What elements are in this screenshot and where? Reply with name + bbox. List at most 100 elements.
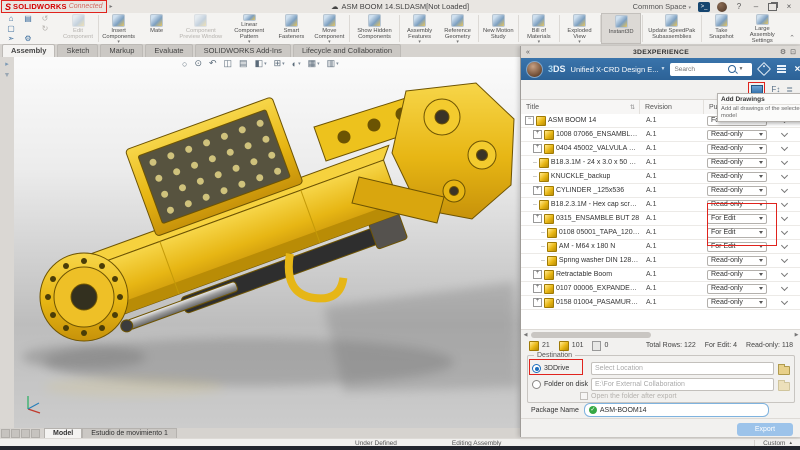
row-expand-chevron-icon[interactable] bbox=[780, 228, 787, 235]
export-button[interactable]: Export bbox=[737, 423, 793, 436]
app-title-caret-icon[interactable]: ▼ bbox=[660, 66, 665, 72]
purpose-dropdown[interactable]: Read-only bbox=[707, 172, 767, 182]
console-icon[interactable]: >_ bbox=[698, 2, 710, 12]
purpose-dropdown[interactable]: Read-only bbox=[707, 200, 767, 210]
panel-pin-icon[interactable]: ⊡ bbox=[790, 48, 796, 56]
ribbon-update-speedpak-subassemblies[interactable]: Update SpeedPak Subassemblies bbox=[644, 13, 700, 44]
panel-settings-gear-icon[interactable]: ⚙ bbox=[780, 48, 786, 56]
collapse-toggle-icon[interactable]: − bbox=[525, 116, 534, 125]
restore-button[interactable] bbox=[768, 3, 777, 11]
table-row[interactable]: –Spring washer DIN 128 - A8A.1Read-only bbox=[521, 254, 800, 268]
filter-icon[interactable]: ▼ bbox=[4, 72, 11, 79]
ribbon-new-motion-study[interactable]: New Motion Study bbox=[479, 13, 517, 44]
app-menu-caret-icon[interactable]: ▸ bbox=[110, 3, 113, 10]
panel-collapse-button[interactable]: « bbox=[521, 49, 535, 56]
ribbon-take-snapshot[interactable]: Take Snapshot bbox=[702, 13, 740, 44]
ribbon-large-assembly-settings[interactable]: Large Assembly Settings bbox=[740, 13, 784, 44]
column-header-title[interactable]: Title⇅ bbox=[521, 100, 640, 115]
help-button[interactable]: ? bbox=[734, 2, 744, 11]
graphics-viewport[interactable]: ○⊙↶◫▤◧▾⊞▾◐▾▦▾▥▾ bbox=[14, 57, 520, 428]
tab-scroll-button[interactable] bbox=[21, 429, 30, 438]
folder-on-disk-radio[interactable] bbox=[532, 380, 541, 389]
table-row[interactable]: +Retractable BoomA.1Read-only bbox=[521, 268, 800, 282]
row-expand-chevron-icon[interactable] bbox=[780, 200, 787, 207]
row-expand-chevron-icon[interactable] bbox=[780, 284, 787, 291]
table-row[interactable]: –B18.2.3.1M - Hex cap screw, M8 x ...A.1… bbox=[521, 198, 800, 212]
open-folder-checkbox[interactable] bbox=[580, 392, 588, 400]
feature-tree-icon[interactable]: ▸ bbox=[5, 60, 9, 68]
minimize-button[interactable]: – bbox=[751, 2, 761, 11]
purpose-dropdown[interactable]: Read-only bbox=[707, 186, 767, 196]
select-location-input[interactable]: Select Location bbox=[591, 362, 774, 375]
table-row[interactable]: +1008 07066_ENSAMBLE ABRAZA...A.1Read-on… bbox=[521, 128, 800, 142]
purpose-dropdown[interactable]: For Edit bbox=[707, 228, 767, 238]
panel-close-icon[interactable]: × bbox=[794, 64, 800, 75]
ribbon-show-hidden-components[interactable]: Show Hidden Components bbox=[351, 13, 398, 44]
ribbon-reference-geometry[interactable]: Reference Geometry▾ bbox=[439, 13, 477, 44]
row-expand-chevron-icon[interactable] bbox=[780, 242, 787, 249]
solidworks-logo-red-annotation[interactable]: S SOLIDWORKS Connected bbox=[1, 0, 107, 13]
purpose-dropdown[interactable]: For Edit bbox=[707, 242, 767, 252]
ribbon-bill-of-materials[interactable]: Bill of Materials▾ bbox=[520, 13, 558, 44]
rebuild-traffic-light-icon[interactable] bbox=[20, 24, 36, 34]
table-row[interactable]: +0158 01004_PASAMURO SMALL ...A.1Read-on… bbox=[521, 296, 800, 310]
ribbon-insert-components[interactable]: Insert Components▾ bbox=[100, 13, 138, 44]
row-expand-chevron-icon[interactable] bbox=[780, 144, 787, 151]
purpose-dropdown[interactable]: Read-only bbox=[707, 158, 767, 168]
feature-manager-collapsed-strip[interactable]: ▸ ▼ bbox=[0, 57, 15, 431]
redo-icon[interactable]: ↻ bbox=[37, 24, 53, 34]
user-avatar[interactable] bbox=[526, 61, 543, 78]
select-tool-icon[interactable]: ➣ bbox=[3, 34, 19, 44]
ribbon-mate[interactable]: Mate bbox=[138, 13, 176, 44]
undo-icon[interactable]: ↺ bbox=[37, 14, 53, 24]
ribbon-exploded-view[interactable]: Exploded View▾ bbox=[561, 13, 599, 44]
expand-toggle-icon[interactable]: + bbox=[533, 298, 542, 307]
row-expand-chevron-icon[interactable] bbox=[780, 214, 787, 221]
expand-toggle-icon[interactable]: + bbox=[533, 130, 542, 139]
browse-folder-icon[interactable] bbox=[777, 363, 790, 374]
sort-icon[interactable]: ⇅ bbox=[630, 104, 635, 111]
package-name-input[interactable]: ✓ ASM-BOOM14 bbox=[584, 403, 769, 417]
tab-evaluate[interactable]: Evaluate bbox=[145, 44, 192, 57]
purpose-dropdown[interactable]: Read-only bbox=[707, 256, 767, 266]
ribbon-smart-fasteners[interactable]: Smart Fasteners bbox=[272, 13, 310, 44]
table-row[interactable]: +CYLINDER _125x536A.1Read-only bbox=[521, 184, 800, 198]
new-document-icon[interactable]: ▢ bbox=[3, 24, 19, 34]
home-icon[interactable]: ⌂ bbox=[3, 14, 19, 24]
row-expand-chevron-icon[interactable] bbox=[780, 158, 787, 165]
tab-sketch[interactable]: Sketch bbox=[57, 44, 98, 57]
search-icon[interactable] bbox=[728, 65, 736, 73]
close-button[interactable]: × bbox=[784, 2, 794, 11]
expand-toggle-icon[interactable]: + bbox=[533, 186, 542, 195]
folder-path-input[interactable]: E:\For External Collaboration bbox=[591, 378, 774, 391]
tab-scroll-button[interactable] bbox=[1, 429, 10, 438]
purpose-dropdown[interactable]: For Edit bbox=[707, 214, 767, 224]
search-options-caret-icon[interactable]: ▼ bbox=[738, 66, 743, 72]
purpose-dropdown[interactable]: Read-only bbox=[707, 284, 767, 294]
tab-scroll-button[interactable] bbox=[11, 429, 20, 438]
table-row[interactable]: +0404 45002_VALVULA DOBLE CH...A.1Read-o… bbox=[521, 142, 800, 156]
row-expand-chevron-icon[interactable] bbox=[780, 256, 787, 263]
folder-on-disk-label[interactable]: Folder on disk bbox=[544, 381, 588, 388]
tag-icon[interactable] bbox=[757, 62, 771, 76]
expand-toggle-icon[interactable]: + bbox=[533, 144, 542, 153]
ribbon-instant3d[interactable]: Instant3D bbox=[601, 13, 641, 44]
model-tab-estudio-de-movimiento-1[interactable]: Estudio de movimiento 1 bbox=[82, 428, 177, 438]
model-tab-model[interactable]: Model bbox=[44, 428, 82, 438]
ribbon-assembly-features[interactable]: Assembly Features▾ bbox=[401, 13, 439, 44]
user-avatar[interactable] bbox=[717, 2, 727, 12]
app-title[interactable]: Unified X-CRD Design E... bbox=[571, 65, 659, 74]
ribbon-linear-component-pattern[interactable]: Linear Component Pattern▾ bbox=[226, 13, 272, 44]
row-expand-chevron-icon[interactable] bbox=[780, 186, 787, 193]
purpose-dropdown[interactable]: Read-only bbox=[707, 130, 767, 140]
save-icon[interactable]: ▤ bbox=[20, 14, 36, 24]
expand-toggle-icon[interactable]: + bbox=[533, 270, 542, 279]
options-gear-icon[interactable]: ⚙ bbox=[20, 34, 36, 44]
tab-assembly[interactable]: Assembly bbox=[2, 44, 55, 57]
row-expand-chevron-icon[interactable] bbox=[780, 270, 787, 277]
table-row[interactable]: –B18.3.1M - 24 x 3.0 x 50 Hex SHC...A.1R… bbox=[521, 156, 800, 170]
table-row[interactable]: –KNUCKLE_backupA.1Read-only bbox=[521, 170, 800, 184]
row-expand-chevron-icon[interactable] bbox=[780, 172, 787, 179]
space-selector[interactable]: Common Space ▾ bbox=[633, 2, 691, 11]
table-row[interactable]: –AM - M64 x 180 NA.1For Edit bbox=[521, 240, 800, 254]
